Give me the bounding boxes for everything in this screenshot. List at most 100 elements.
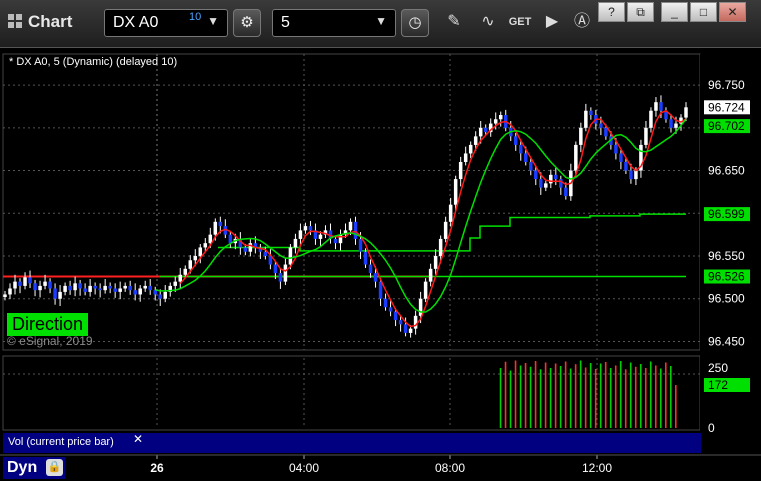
lock-icon[interactable]: 🔒 <box>46 459 63 476</box>
gear-icon[interactable]: ⚙ <box>233 9 261 37</box>
volume-bar <box>539 369 542 428</box>
play-icon[interactable]: ▶ <box>537 9 567 37</box>
pencil-icon[interactable]: ✎ <box>439 9 469 37</box>
clock-icon[interactable]: ◷ <box>401 9 429 37</box>
close-icon[interactable]: ✕ <box>133 432 143 446</box>
candle-body <box>659 102 663 111</box>
candle-body <box>448 204 453 222</box>
candle-body <box>83 288 87 292</box>
candle-body <box>13 281 17 289</box>
candle-body <box>178 274 183 282</box>
candle-body <box>544 183 548 188</box>
candle-body <box>433 256 438 269</box>
candle-body <box>398 320 403 325</box>
candle-body <box>128 285 132 291</box>
volume-bar <box>669 366 672 428</box>
x-tick-label: 26 <box>150 461 164 475</box>
study-icon[interactable]: ∿ <box>473 9 503 37</box>
candle-body <box>78 283 82 289</box>
chevron-down-icon[interactable]: ▼ <box>207 14 219 28</box>
chart-header: * DX A0, 5 (Dynamic) (delayed 10) <box>9 56 178 68</box>
copyright: © eSignal, 2019 <box>7 334 93 348</box>
candle-body <box>18 281 22 286</box>
get-icon[interactable]: GET <box>505 9 535 37</box>
candle-body <box>519 144 523 154</box>
candle-body <box>468 144 473 154</box>
interval-input[interactable]: 5 ▼ <box>272 9 396 37</box>
candle-body <box>53 288 57 299</box>
symbol-input[interactable]: DX A0 10 ▼ <box>104 9 228 37</box>
volume-bar <box>514 360 517 428</box>
direction-label: Direction <box>7 313 89 336</box>
app-title: Chart <box>28 12 73 31</box>
grid-icon[interactable] <box>8 14 22 28</box>
candle-body <box>649 110 653 128</box>
candle-body <box>48 281 52 289</box>
candle-body <box>183 268 188 275</box>
candle-body <box>624 162 628 171</box>
candle-body <box>574 144 578 171</box>
candle-body <box>338 234 343 244</box>
volume-bar <box>614 365 617 428</box>
volume-bar <box>604 362 607 428</box>
candle-body <box>273 264 278 274</box>
price-axis-panel <box>700 54 761 474</box>
volume-bar <box>499 368 502 428</box>
candle-body <box>58 291 62 299</box>
candle-body <box>28 277 32 284</box>
candle-body <box>614 144 618 154</box>
candle-body <box>498 115 503 120</box>
candle-body <box>288 247 293 265</box>
close-button[interactable]: ✕ <box>719 2 746 22</box>
dynamic-badge[interactable]: Dyn 🔒 <box>3 457 65 479</box>
candle-body <box>213 221 218 235</box>
candle-body <box>98 288 102 291</box>
candle-body <box>248 243 253 252</box>
volume-bar <box>504 361 507 428</box>
volume-bar <box>559 366 562 428</box>
candle-body <box>218 221 223 227</box>
candle-body <box>604 127 608 137</box>
alert-icon[interactable]: Ⓐ <box>567 9 597 37</box>
volume-bar <box>534 361 537 428</box>
candle-body <box>438 238 443 256</box>
price-label: 96.702 <box>708 119 745 133</box>
volume-bar <box>654 365 657 428</box>
candle-body <box>158 294 162 299</box>
help-button[interactable]: ? <box>598 2 625 22</box>
candle-body <box>413 315 418 329</box>
y-tick-label: 96.450 <box>708 334 745 348</box>
symbol-delay-indicator: 10 <box>189 11 202 23</box>
chevron-down-icon[interactable]: ▼ <box>375 14 387 28</box>
plot-frame <box>2 53 701 351</box>
candle-body <box>408 328 413 333</box>
minimize-button[interactable]: _ <box>661 2 688 22</box>
candle-body <box>534 170 538 180</box>
candle-body <box>403 324 408 333</box>
candle-body <box>198 247 203 256</box>
candle-body <box>539 179 543 188</box>
candle-body <box>423 281 428 299</box>
volume-bar <box>624 369 627 428</box>
candle-body <box>43 281 47 286</box>
maximize-button[interactable]: □ <box>690 2 717 22</box>
candle-body <box>629 170 633 180</box>
price-chart[interactable]: 96.75096.70096.65096.60096.55096.50096.4… <box>0 47 761 481</box>
volume-bar <box>529 366 532 428</box>
candle-body <box>564 187 568 197</box>
candle-body <box>173 281 178 286</box>
candle-body <box>383 298 388 308</box>
volume-bar <box>519 365 522 428</box>
y-tick-label: 96.550 <box>708 249 745 263</box>
volume-bar <box>629 362 632 428</box>
restore-link-button[interactable]: ⧉ <box>627 2 654 22</box>
volume-bar <box>659 368 662 428</box>
candle-body <box>368 264 373 274</box>
candle-body <box>473 136 478 145</box>
y-tick-label: 96.500 <box>708 292 745 306</box>
volume-bar <box>524 363 527 428</box>
candle-body <box>243 247 248 252</box>
candle-body <box>513 136 518 145</box>
candle-body <box>634 170 638 180</box>
volume-bar <box>649 361 652 428</box>
